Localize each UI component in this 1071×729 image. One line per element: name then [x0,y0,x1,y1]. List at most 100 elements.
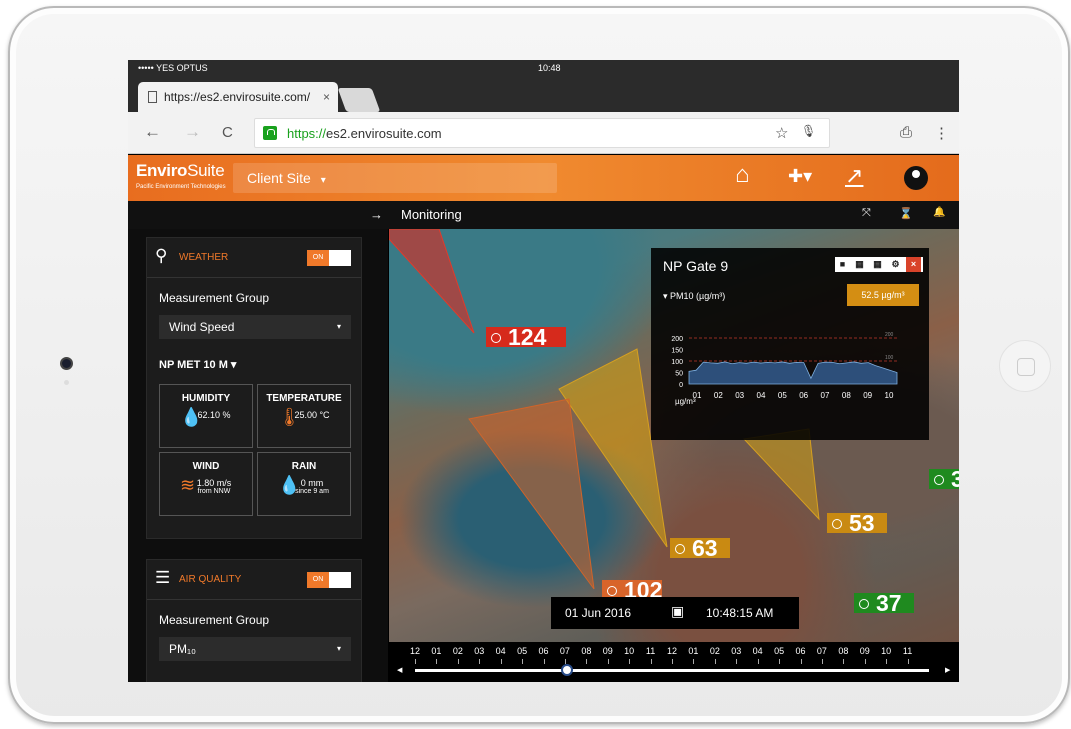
menu-icon[interactable]: ⋮ [934,124,949,142]
url-host: es2.envirosuite.com [326,126,442,141]
timeline-tick [864,659,866,664]
close-tab-icon[interactable]: × [323,82,330,112]
settings-icon[interactable]: ⚙ [888,257,903,272]
timeline-tick [779,659,781,664]
chart-icon[interactable]: ↗ [845,163,863,189]
weather-group-select[interactable]: Wind Speed ▾ [159,315,351,339]
forward-button[interactable]: → [184,122,201,142]
camera [60,357,73,370]
timeline-handle[interactable] [560,664,573,676]
timeline-label: 05 [774,646,785,656]
timeline-label: 07 [816,646,827,656]
marker-37[interactable]: 37 [854,592,914,615]
timeline-tick [586,659,588,664]
back-button[interactable]: ← [144,122,161,142]
view-single-icon[interactable]: ■ [835,257,850,272]
wind-tile: WIND ≋ 1.80 m/s from NNW [159,452,253,516]
view-table-icon[interactable]: ▦ [870,257,885,272]
toggle-label: ON [307,250,329,266]
humidity-tile: HUMIDITY 💧 62.10 % [159,384,253,448]
envirosuite-logo: EnviroSuite Pacific Environment Technolo… [136,161,226,190]
x-tick-label: 08 [842,391,851,400]
home-icon[interactable]: ⌂ [735,161,750,189]
marker-53[interactable]: 53 [827,512,887,535]
rain-icon: 💧 [278,475,301,495]
site-selector[interactable]: Client Site ▾ [233,163,557,193]
timeline[interactable]: ◀ ▶ 12 01 02 03 04 05 06 07 08 09 10 11 12 01 02 03 04 05… [389,642,959,682]
timeline-left-icon[interactable]: ◀ [397,666,402,674]
timeline-label: 04 [495,646,506,656]
timeline-tick [800,659,802,664]
timeline-tick [607,659,609,664]
bell-icon[interactable]: 🔔 [933,207,945,218]
browser-tab[interactable]: https://es2.envirosuite.com/ × [138,82,338,112]
star-icon[interactable]: ☆ [775,124,788,142]
close-icon[interactable]: × [906,257,921,272]
timeline-tick [564,659,566,664]
date-value: 01 Jun 2016 [565,606,632,620]
fullscreen-icon[interactable]: ⤧ [862,207,871,220]
air-quality-toggle[interactable]: ON [307,572,351,588]
puzzle-icon[interactable]: ✚▾ [788,166,812,187]
address-bar: ← → C https://es2.envirosuite.com ☆ 🎙 ⎙ … [128,112,959,154]
measurement-group-label: Measurement Group [159,613,270,627]
reference-label: 200 [885,332,894,338]
url-scheme: https:// [287,126,327,141]
satellite-map[interactable]: 124 63 53 102 37 3 NP Gate 9 ■ ▦ ▦ ⚙ × ▾… [389,229,959,642]
timeline-right-icon[interactable]: ▶ [945,666,950,674]
pm10-chart: 20015010050020010001 02 03 04 05 06 07 08 09 10µg… [671,332,898,406]
y-tick-label: 150 [671,348,683,355]
monitoring-bar: → Monitoring ⤧ ⌛ 🔔 [128,201,959,229]
timeline-label: 03 [731,646,742,656]
logo-bold: Enviro [136,161,188,180]
tile-title: RAIN [291,461,317,472]
lock-icon [263,126,277,140]
timeline-label: 11 [645,646,656,656]
carrier: ••••• YES OPTUS [138,63,208,73]
rain-tile: RAIN 💧 0 mm since 9 am [257,452,351,516]
calendar-icon[interactable]: ▣ [671,603,684,620]
timeline-tick [479,659,481,664]
timeline-label: 05 [517,646,528,656]
marker-63[interactable]: 63 [670,537,730,560]
timeline-tick [757,659,759,664]
page-title: Monitoring [401,207,462,222]
view-grid-icon[interactable]: ▦ [852,257,867,272]
home-button[interactable] [999,340,1051,392]
share-icon[interactable]: ⎙ [900,124,912,141]
hourglass-icon[interactable]: ⌛ [899,207,913,220]
metric-value-badge: 52.5 µg/m³ [847,284,919,306]
url-field[interactable]: https://es2.envirosuite.com ☆ 🎙 [254,118,830,148]
x-tick-label: 04 [757,391,766,400]
y-tick-label: 50 [675,371,683,378]
timeline-tick [907,659,909,664]
collapse-arrow-icon[interactable]: → [370,207,383,222]
marker-124[interactable]: 124 [486,326,566,349]
temperature-tile: TEMPERATURE 🌡 25.00 °C [257,384,351,448]
chevron-down-icon: ▾ [336,322,341,331]
user-avatar-icon[interactable] [904,166,928,190]
timeline-track[interactable] [415,669,929,672]
y-tick-label: 0 [679,382,683,389]
new-tab-button[interactable] [337,88,381,112]
timeline-label: 08 [838,646,849,656]
timeline-tick [543,659,545,664]
weather-toggle[interactable]: ON [307,250,351,266]
air-group-select[interactable]: PM₁₀ ▾ [159,637,351,661]
x-tick-label: 02 [714,391,723,400]
station-selector[interactable]: NP MET 10 M ▾ [159,358,236,371]
timeline-label: 09 [859,646,870,656]
mic-icon[interactable]: 🎙 [801,124,816,138]
marker-3[interactable]: 3 [929,468,959,491]
measurement-group-label: Measurement Group [159,291,270,305]
wind-icon: ≋ [180,475,196,495]
tile-title: WIND [192,461,220,472]
timeline-label: 06 [795,646,806,656]
metric-selector[interactable]: ▾ PM10 (µg/m³) [663,291,725,302]
reference-label: 100 [885,355,894,361]
timeline-tick [736,659,738,664]
air-quality-icon: ☰ [155,568,171,587]
reload-button[interactable]: C [222,124,233,141]
datetime-bar: 01 Jun 2016 ▣ 10:48:15 AM [551,597,799,629]
select-value: Wind Speed [169,320,235,334]
